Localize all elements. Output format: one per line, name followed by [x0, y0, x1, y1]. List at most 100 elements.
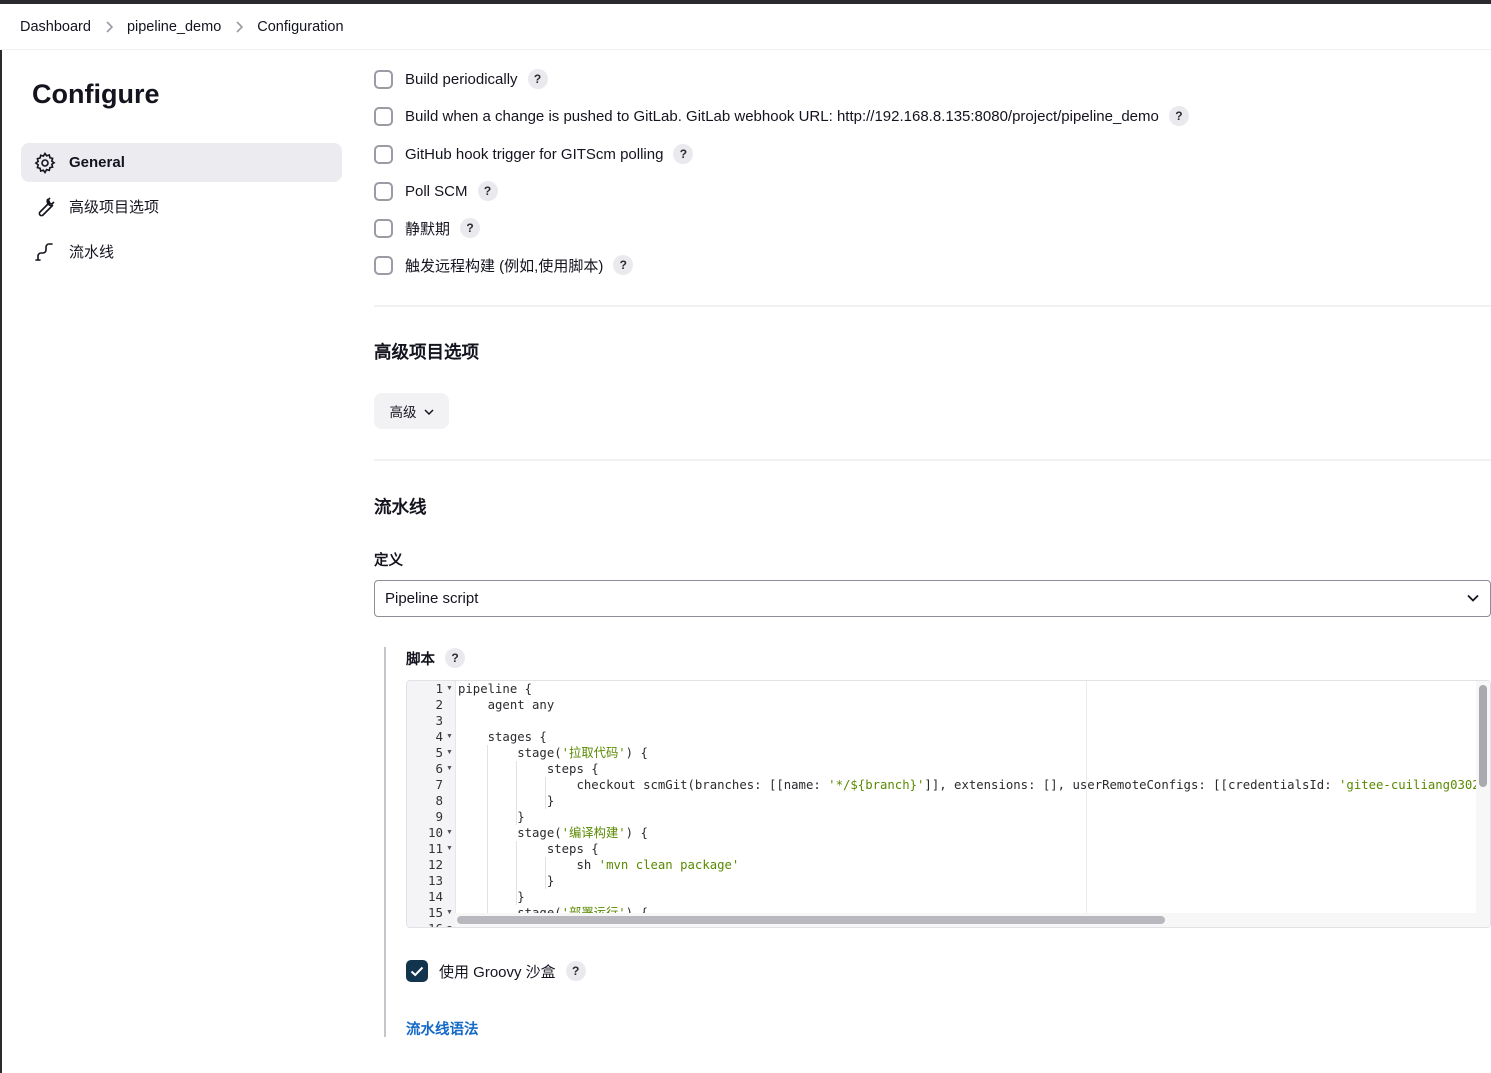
main-content: Build periodically ? Build when a change…	[374, 0, 1491, 1073]
code-text: ]], extensions: [], userRemoteConfigs: […	[924, 778, 1340, 792]
script-editor[interactable]: 1▼234▼5▼6▼78910▼11▼12131415▼16▼ pipeline…	[406, 680, 1491, 928]
code-line: steps {	[458, 761, 599, 777]
line-number: 2	[435, 697, 443, 712]
fold-arrow-icon[interactable]: ▼	[446, 681, 453, 697]
code-line: sh 'mvn clean package'	[458, 857, 739, 873]
pipeline-syntax-link[interactable]: 流水线语法	[406, 1018, 479, 1039]
trigger-option[interactable]: 触发远程构建 (例如,使用脚本) ?	[374, 252, 634, 278]
breadcrumb-configuration[interactable]: Configuration	[257, 19, 343, 35]
trigger-label: GitHub hook trigger for GITScm polling	[405, 145, 664, 163]
line-number: 4	[435, 729, 443, 744]
line-number: 16	[407, 921, 443, 927]
sandbox-option[interactable]: 使用 Groovy 沙盒 ?	[406, 958, 586, 984]
code-text: }	[458, 874, 555, 888]
help-icon[interactable]: ?	[445, 648, 465, 668]
code-string: 'gitee-cuiliang0302'	[1339, 778, 1476, 792]
checkbox[interactable]	[374, 69, 393, 89]
code-string: '部署运行'	[561, 906, 626, 913]
help-icon[interactable]: ?	[565, 961, 586, 981]
code-text: }	[458, 794, 555, 808]
chevron-right-icon	[235, 20, 244, 33]
editor-code[interactable]: pipeline { agent any stages { stage('拉取代…	[458, 681, 1476, 913]
trigger-option[interactable]: Build when a change is pushed to GitLab.…	[374, 103, 1189, 129]
trigger-option[interactable]: Build periodically ?	[374, 66, 548, 92]
help-icon[interactable]: ?	[673, 144, 694, 164]
scrollbar-thumb[interactable]	[457, 916, 1165, 924]
breadcrumb-pipeline-demo[interactable]: pipeline_demo	[127, 19, 221, 35]
code-line: }	[458, 889, 525, 905]
help-icon[interactable]: ?	[613, 255, 634, 275]
fold-arrow-icon[interactable]: ▼	[446, 761, 453, 777]
code-text: }	[458, 890, 525, 904]
editor-gutter: 1▼234▼5▼6▼78910▼11▼12131415▼16▼	[407, 681, 456, 927]
trigger-option[interactable]: Poll SCM ?	[374, 178, 498, 204]
checkbox[interactable]	[374, 181, 393, 201]
checkbox[interactable]	[374, 255, 393, 275]
breadcrumb-dashboard[interactable]: Dashboard	[20, 19, 91, 35]
scrollbar-thumb[interactable]	[1479, 685, 1487, 787]
wrench-icon	[33, 195, 57, 219]
line-number: 13	[427, 873, 443, 888]
code-line: agent any	[458, 697, 555, 713]
sidebar-item-advanced[interactable]: 高级项目选项	[21, 187, 342, 226]
code-line: stages {	[458, 729, 547, 745]
code-text: sh	[458, 858, 599, 872]
advanced-section-title: 高级项目选项	[374, 342, 479, 362]
help-icon[interactable]: ?	[1168, 106, 1189, 126]
definition-select[interactable]: Pipeline script	[374, 580, 1491, 617]
sandbox-checkbox[interactable]	[406, 960, 428, 982]
code-text: stage(	[458, 826, 562, 840]
sidebar-item-label: General	[69, 154, 125, 171]
help-icon[interactable]: ?	[527, 69, 548, 89]
advanced-button-label: 高级	[389, 405, 417, 420]
trigger-label: 触发远程构建 (例如,使用脚本)	[405, 257, 604, 275]
line-number: 12	[427, 857, 443, 872]
section-divider	[374, 459, 1491, 461]
trigger-label: Poll SCM	[405, 182, 468, 200]
checkbox[interactable]	[374, 106, 393, 126]
fold-arrow-icon[interactable]: ▼	[446, 729, 453, 745]
help-icon[interactable]: ?	[477, 181, 498, 201]
checkbox[interactable]	[374, 218, 393, 238]
chevron-right-icon	[105, 20, 113, 33]
nested-section-bar	[384, 647, 386, 1037]
sidebar-item-pipeline[interactable]: 流水线	[21, 232, 342, 271]
code-line: stage('编译构建') {	[458, 825, 648, 841]
fold-arrow-icon[interactable]: ▼	[446, 905, 453, 921]
help-icon[interactable]: ?	[460, 218, 481, 238]
line-number: 6	[435, 761, 443, 776]
trigger-option[interactable]: 静默期 ?	[374, 215, 481, 241]
trigger-label: Build periodically	[405, 70, 518, 88]
fold-arrow-icon[interactable]: ▼	[446, 745, 453, 761]
print-margin	[1086, 681, 1087, 913]
sidebar-item-label: 流水线	[69, 244, 115, 261]
pipeline-section-title: 流水线	[374, 497, 427, 517]
trigger-label: 静默期	[405, 220, 451, 238]
code-text: stage(	[458, 746, 562, 760]
chevron-down-icon	[417, 404, 434, 419]
code-text: }	[458, 810, 525, 824]
sidebar-item-general[interactable]: General	[21, 143, 342, 182]
checkbox[interactable]	[374, 144, 393, 164]
vertical-scrollbar[interactable]	[1476, 681, 1490, 913]
line-number: 7	[435, 777, 443, 792]
code-line: pipeline {	[458, 681, 532, 697]
fold-arrow-icon[interactable]: ▼	[446, 921, 453, 927]
code-line: }	[458, 809, 525, 825]
code-string: '*/${branch}'	[828, 778, 925, 792]
line-number: 1	[435, 681, 443, 696]
fold-arrow-icon[interactable]: ▼	[446, 841, 453, 857]
code-text: stage(	[458, 906, 562, 913]
trigger-option[interactable]: GitHub hook trigger for GITScm polling ?	[374, 141, 694, 167]
code-text: stages {	[458, 730, 547, 744]
script-label-row: 脚本 ?	[406, 645, 465, 671]
code-string: '编译构建'	[561, 826, 626, 840]
advanced-button[interactable]: 高级	[374, 393, 449, 429]
line-number: 15	[427, 905, 443, 920]
code-line: stage('拉取代码') {	[458, 745, 648, 761]
line-number: 8	[435, 793, 443, 808]
fold-arrow-icon[interactable]: ▼	[446, 825, 453, 841]
code-line: checkout scmGit(branches: [[name: '*/${b…	[458, 777, 1476, 793]
line-number: 14	[427, 889, 443, 904]
horizontal-scrollbar[interactable]	[455, 913, 1490, 927]
